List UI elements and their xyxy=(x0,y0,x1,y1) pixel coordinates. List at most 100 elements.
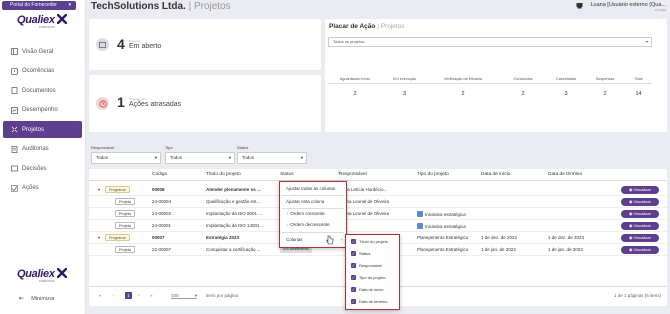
view-button[interactable]: ◉ Visualizar xyxy=(621,245,659,254)
chevron-down-icon: ▾ xyxy=(228,155,231,160)
column-header-titulo[interactable]: Título do projeto xyxy=(206,172,241,177)
cell-type: Planejamento Estratégico xyxy=(417,235,469,240)
collapse-icon[interactable]: ▾ xyxy=(98,187,100,192)
column-header-status[interactable]: Status ≡ xyxy=(280,170,341,177)
project-select[interactable]: Todos os projetos ▾ xyxy=(328,37,652,47)
column-header-label: Status xyxy=(280,172,294,177)
sidebar-item-acoes[interactable]: Ações xyxy=(3,180,82,197)
sidebar-item-documentos[interactable]: Documentos xyxy=(3,82,82,99)
sidebar-item-projetos[interactable]: Projetos xyxy=(3,121,82,138)
column-toggle-termino[interactable]: ✓ Data de término xyxy=(351,299,387,304)
scoreboard-value: 3 xyxy=(402,91,407,97)
table-header: Código Título do projeto Status ≡ Respon… xyxy=(89,169,667,181)
column-toggle-label: Data de término xyxy=(359,299,388,304)
menu-item-sort-asc[interactable]: ↑ Ordem crescente xyxy=(286,211,325,216)
column-toggle-responsavel[interactable]: ✓ Responsável xyxy=(351,263,382,268)
table-row[interactable]: ▾ Programa 00008 Atender plenamente os .… xyxy=(89,184,667,196)
scoreboard-title-text: Placar de Ação xyxy=(329,23,376,30)
sidebar-item-auditorias[interactable]: Auditorias xyxy=(3,141,82,158)
menu-item-columns[interactable]: Colunas xyxy=(286,237,303,242)
menu-item-sort-desc[interactable]: ↓ Ordem decrescente xyxy=(286,222,330,227)
cell-type: Planejamento Estratégico xyxy=(417,247,469,252)
scoreboard-header: Canceladas xyxy=(555,77,577,81)
portal-label: Portal do Fornecedor xyxy=(10,2,57,8)
menu-item-autosize-all[interactable]: Ajustar todas as colunas xyxy=(286,186,335,191)
cell-title: Conquistar a certificação ... xyxy=(206,247,261,252)
sidebar: Portal do Fornecedor ▾ Qualiex FORLOGIC … xyxy=(0,0,86,314)
first-page-button[interactable]: « xyxy=(99,293,102,298)
view-button[interactable]: ◉ Visualizar xyxy=(621,185,659,194)
sidebar-item-label: Documentos xyxy=(22,87,56,94)
table-row[interactable]: Projeto 24-00004 Qualificação e gestão e… xyxy=(89,196,667,208)
cell-end: 1 de dez. de 2023 xyxy=(548,235,585,240)
sidebar-item-visao-geral[interactable]: Visão Geral xyxy=(3,43,82,60)
column-toggle-label: Status xyxy=(359,251,371,256)
cell-start: 1 de jan. de 2023 xyxy=(481,247,516,252)
column-toggle-titulo[interactable]: ✓ Título do projeto xyxy=(351,239,388,244)
sidebar-item-label: Projetos xyxy=(22,126,45,133)
column-header-inicio[interactable]: Data de início xyxy=(481,172,510,177)
view-button[interactable]: ◉ Visualizar xyxy=(621,221,659,230)
table-row[interactable]: Projeto 24-00001 Implantação da ISO 1400… xyxy=(89,220,667,232)
brand-logo: Qualiex FORLOGIC xyxy=(17,14,69,34)
column-header-tipo[interactable]: Tipo do projeto xyxy=(417,172,449,177)
minimize-button[interactable]: ⇤ Minimizar xyxy=(0,296,86,302)
page-size-select[interactable]: 100 ▾ xyxy=(171,293,197,299)
checkbox-checked-icon: ✓ xyxy=(351,251,356,256)
scoreboard-value: 14 xyxy=(635,91,642,97)
actions-icon xyxy=(10,184,18,192)
user-menu[interactable]: Luana [Usuário externo (Qua... PL.0305 xyxy=(590,2,666,12)
cell-start: 1 de dez. de 2022 xyxy=(481,235,518,240)
sort-asc-icon: ↑ xyxy=(286,211,289,216)
checkbox-checked-icon: ✓ xyxy=(351,299,356,304)
menu-item-autosize-this[interactable]: Ajustar esta coluna xyxy=(286,199,324,204)
view-button[interactable]: ◉ Visualizar xyxy=(621,197,659,206)
clock-icon xyxy=(96,97,109,110)
next-page-button[interactable]: › xyxy=(138,293,140,298)
view-button[interactable]: ◉ Visualizar xyxy=(621,233,659,242)
filter-tipo-select[interactable]: Todos ▾ xyxy=(165,152,235,164)
user-icon[interactable] xyxy=(576,2,583,11)
view-button-label: Visualizar xyxy=(633,246,651,252)
sidebar-item-label: Ações xyxy=(22,185,39,191)
scoreboard-headers: Aguardando início Em execução Verificaçã… xyxy=(328,77,652,84)
column-toggle-inicio[interactable]: ✓ Data de início xyxy=(351,287,383,292)
collapse-icon: ⇤ xyxy=(19,296,25,302)
sidebar-item-desempenho[interactable]: Desempenho xyxy=(3,102,82,119)
column-toggle-tipo[interactable]: ✓ Tipo do projeto xyxy=(351,275,386,280)
company-name: TechSolutions Ltda. xyxy=(91,1,186,12)
portal-select[interactable]: Portal do Fornecedor ▾ xyxy=(2,1,76,10)
late-actions-card: 1 Projetos com Ações atrasadas xyxy=(89,75,321,132)
filter-status: Status Todos ▾ xyxy=(237,145,307,164)
column-toggle-status[interactable]: ✓ Status xyxy=(351,251,370,256)
project-select-value: Todos os projetos xyxy=(333,39,365,44)
filter-label: Tipo xyxy=(165,145,173,150)
table-row[interactable]: Projeto 24-00002 Implantação da ISO 9001… xyxy=(89,208,667,220)
filter-label: Status xyxy=(237,145,249,150)
filter-responsavel-select[interactable]: Todos ▾ xyxy=(91,152,161,164)
filter-status-select[interactable]: Todos ▾ xyxy=(237,152,307,164)
page-title: TechSolutions Ltda. | Projetos xyxy=(91,1,231,12)
type-tag: Programa xyxy=(105,186,130,193)
sidebar-item-decisoes[interactable]: Decisões xyxy=(3,160,82,177)
pagination-summary: 1 de 1 páginas (6 itens) xyxy=(613,293,661,298)
column-header-codigo[interactable]: Código xyxy=(152,172,167,177)
folder-icon xyxy=(96,38,109,51)
prev-page-button[interactable]: ‹ xyxy=(113,293,115,298)
per-page-label: itens por página xyxy=(206,293,239,298)
sidebar-item-label: Ocorrências xyxy=(22,68,55,74)
column-header-responsavel[interactable]: Responsável xyxy=(339,172,367,177)
last-page-button[interactable]: » xyxy=(150,293,153,298)
collapse-icon[interactable]: ▾ xyxy=(98,235,100,240)
type-tag: Projeto xyxy=(115,210,136,217)
scoreboard-header: Suspensas xyxy=(595,77,615,81)
scoreboard-header: Verificação de Eficácia xyxy=(443,77,483,81)
view-button[interactable]: ◉ Visualizar xyxy=(621,209,659,218)
current-page[interactable]: 1 xyxy=(125,292,132,299)
chevron-down-icon: ▾ xyxy=(154,155,157,160)
sidebar-item-ocorrencias[interactable]: Ocorrências xyxy=(3,63,82,80)
type-tag: Projeto xyxy=(115,246,136,253)
column-toggle-label: Tipo do projeto xyxy=(359,275,386,280)
menu-divider xyxy=(282,208,344,209)
column-header-termino[interactable]: Data de término xyxy=(548,172,582,177)
